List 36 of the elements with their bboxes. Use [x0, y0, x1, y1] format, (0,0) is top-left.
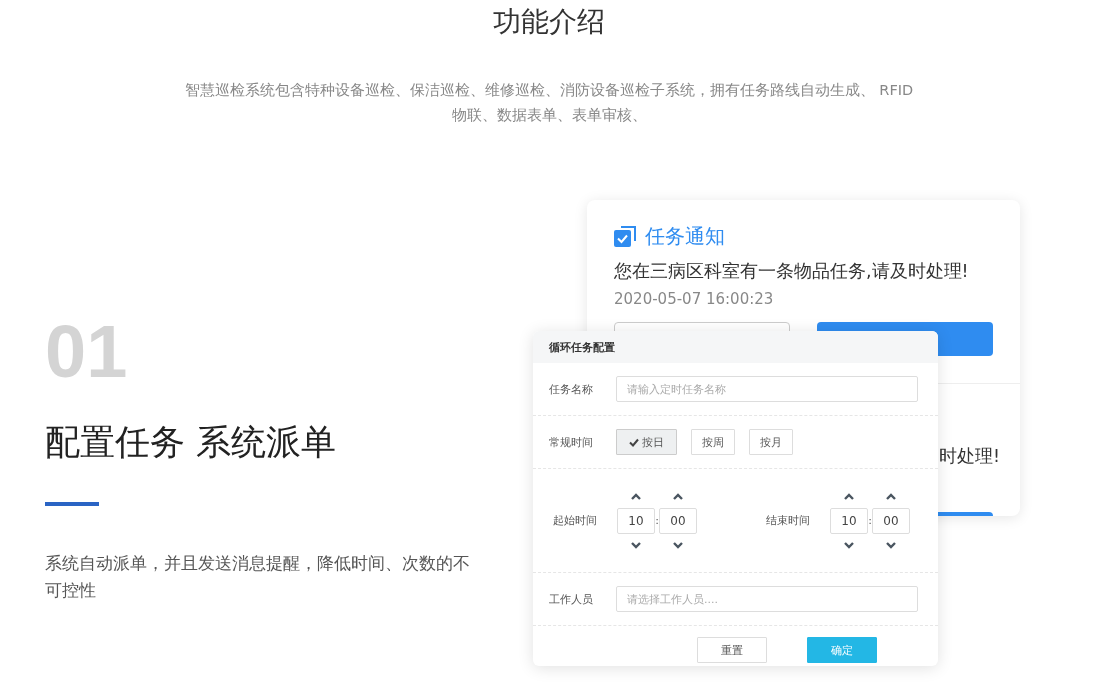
option-button[interactable]: 按月 — [749, 429, 793, 455]
intro-text: 智慧巡检系统包含特种设备巡检、保洁巡检、维修巡检、消防设备巡检子系统，拥有任务路线自动生成、 RFID物联、数据表单、表单审核、 — [183, 81, 915, 125]
notification-time: 2020-05-07 16:00:23 — [614, 289, 774, 310]
option-button[interactable]: 按日 — [616, 429, 677, 455]
feature-heading: 配置任务 系统派单 — [45, 421, 337, 464]
check-icon — [629, 437, 639, 447]
chevron-down-icon[interactable] — [672, 539, 684, 550]
input-field[interactable]: 请输入定时任务名称 — [616, 376, 918, 402]
chevron-up-icon[interactable] — [630, 491, 642, 502]
field-label: 工作人员 — [549, 591, 594, 607]
field-label: 结束时间 — [765, 513, 811, 528]
chevron-down-icon[interactable] — [630, 539, 642, 550]
time-separator: : — [868, 514, 872, 527]
option-button[interactable]: 按周 — [691, 429, 735, 455]
hour-field[interactable]: 10 — [617, 507, 655, 534]
minute-field[interactable]: 00 — [872, 507, 910, 534]
notification-message: 时处理! — [939, 445, 1000, 468]
reset-button[interactable]: 重置 — [697, 637, 767, 663]
section-title: 功能介绍 — [493, 4, 605, 40]
chevron-down-icon[interactable] — [885, 539, 897, 550]
input-field[interactable]: 请选择工作人员.... — [616, 586, 918, 612]
field-label: 常规时间 — [549, 434, 594, 450]
notification-message: 您在三病区科室有一条物品任务,请及时处理! — [614, 260, 969, 283]
notification-title: 任务通知 — [645, 223, 725, 250]
time-separator: : — [655, 514, 659, 527]
field-label: 任务名称 — [549, 381, 594, 397]
chevron-down-icon[interactable] — [843, 539, 855, 550]
hour-field[interactable]: 10 — [830, 507, 868, 534]
feature-description: 系统自动派单，并且发送消息提醒，降低时间、次数的不可控性 — [45, 552, 471, 602]
chevron-up-icon[interactable] — [672, 491, 684, 502]
checkbox-icon — [614, 225, 637, 247]
chevron-up-icon[interactable] — [885, 491, 897, 502]
dialog-title: 循环任务配置 — [549, 339, 615, 355]
minute-field[interactable]: 00 — [659, 507, 697, 534]
field-label: 起始时间 — [552, 513, 598, 528]
chevron-up-icon[interactable] — [843, 491, 855, 502]
